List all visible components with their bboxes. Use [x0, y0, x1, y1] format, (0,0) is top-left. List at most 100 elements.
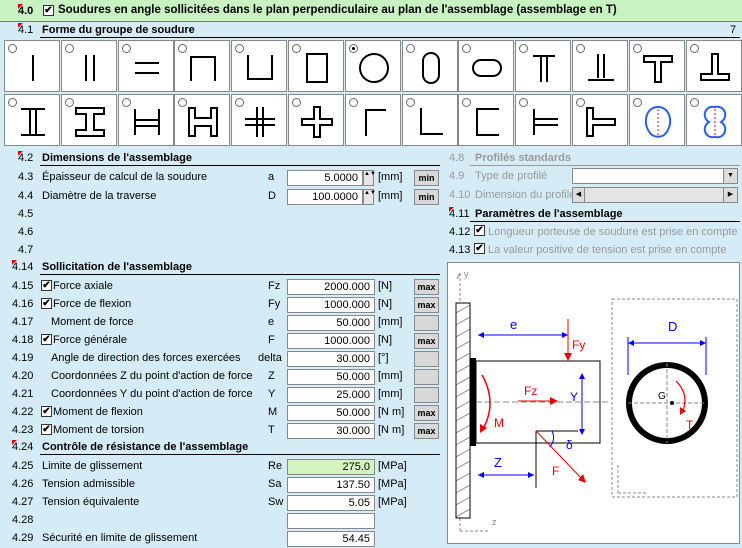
- row-symbol: e: [268, 316, 275, 328]
- option-weld-length-checkbox[interactable]: ✔: [474, 225, 485, 236]
- row-value-input[interactable]: 50.000: [287, 369, 375, 385]
- row-value-input[interactable]: 1000.000: [287, 333, 375, 349]
- weld-shape-option[interactable]: [515, 40, 572, 92]
- spinner-icon[interactable]: ▲▼: [363, 170, 376, 186]
- max-button[interactable]: max: [414, 333, 439, 349]
- section-4-1-title: Forme du groupe de soudure: [42, 24, 195, 36]
- weld-shape-option[interactable]: [231, 94, 288, 146]
- spinner-icon[interactable]: ▲▼: [363, 189, 376, 205]
- row-value-input[interactable]: 100.0000: [287, 189, 363, 205]
- weld-shape-option[interactable]: [288, 40, 344, 92]
- weld-shape-icon: [188, 107, 219, 137]
- blank-button[interactable]: [414, 387, 439, 403]
- weld-shape-option[interactable]: [174, 94, 231, 146]
- weld-shape-option[interactable]: [401, 94, 458, 146]
- max-button[interactable]: max: [414, 297, 439, 313]
- row-label: Épaisseur de calcul de la soudure: [42, 171, 208, 183]
- weld-shape-option[interactable]: [117, 40, 174, 92]
- row-value-input[interactable]: 50.000: [287, 315, 375, 331]
- weld-shape-option[interactable]: [288, 94, 344, 146]
- weld-shape-option[interactable]: [174, 40, 231, 92]
- weld-shape-option[interactable]: [344, 40, 401, 92]
- weld-shape-option[interactable]: [628, 94, 685, 146]
- row-checkbox[interactable]: ✔: [41, 334, 52, 345]
- weld-shape-option[interactable]: [515, 94, 572, 146]
- section-4-24-number: 4.24: [12, 440, 34, 453]
- weld-shape-option[interactable]: [231, 40, 288, 92]
- section-4-11-number: 4.11: [449, 207, 470, 220]
- chevron-right-icon[interactable]: ▶: [723, 188, 737, 202]
- weld-shape-option[interactable]: [117, 94, 174, 146]
- row-number: 4.27: [12, 496, 34, 508]
- weld-shape-option[interactable]: [628, 40, 685, 92]
- row-value-input[interactable]: 5.0000: [287, 170, 363, 186]
- row-number: 4.17: [12, 316, 34, 328]
- row-value-input[interactable]: 30.000: [287, 423, 375, 439]
- weld-shape-icon: [533, 109, 559, 135]
- weld-shape-option[interactable]: [401, 40, 458, 92]
- blank-button[interactable]: [414, 351, 439, 367]
- weld-shape-option[interactable]: [458, 40, 515, 92]
- row-value-input[interactable]: 25.000: [287, 387, 375, 403]
- section-4-8-underline: [470, 165, 740, 166]
- row-number: 4.22: [12, 406, 34, 418]
- section-4-8-number: 4.8: [449, 152, 465, 164]
- weld-shape-icon: [586, 107, 616, 137]
- row-value-input[interactable]: 2000.000: [287, 279, 375, 295]
- max-button[interactable]: max: [414, 423, 439, 439]
- weld-shape-option[interactable]: [4, 94, 60, 146]
- weld-shape-option[interactable]: [685, 94, 742, 146]
- row-number: 4.25: [12, 460, 34, 472]
- weld-shape-option[interactable]: [344, 94, 401, 146]
- min-button[interactable]: min: [414, 189, 439, 205]
- row-symbol: M: [268, 406, 278, 418]
- min-button[interactable]: min: [414, 170, 439, 186]
- row-value-input[interactable]: 275.0: [287, 459, 375, 475]
- max-button[interactable]: max: [414, 405, 439, 421]
- blank-button[interactable]: [414, 369, 439, 385]
- row-unit: [N]: [378, 298, 393, 310]
- row-checkbox[interactable]: ✔: [41, 280, 52, 291]
- row-value-input[interactable]: 54.45: [287, 531, 375, 547]
- row-value-input[interactable]: 137.50: [287, 477, 375, 493]
- weld-shape-option[interactable]: [458, 94, 515, 146]
- row-label: Force de flexion: [53, 298, 132, 310]
- weld-shape-option[interactable]: [60, 94, 117, 146]
- row-unit: [N]: [378, 334, 393, 346]
- svg-text:F: F: [552, 464, 559, 478]
- row-checkbox[interactable]: ✔: [41, 424, 52, 435]
- row-label: Coordonnées Z du point d'action de force: [51, 370, 253, 382]
- row-number: 4.6: [18, 226, 34, 238]
- row-checkbox[interactable]: ✔: [41, 406, 52, 417]
- weld-shape-option[interactable]: [685, 40, 742, 92]
- row-checkbox[interactable]: ✔: [41, 298, 52, 309]
- row-value-input[interactable]: 5.05: [287, 495, 375, 511]
- blank-button[interactable]: [414, 315, 439, 331]
- option-positive-tension-checkbox[interactable]: ✔: [474, 243, 485, 254]
- row-unit: [MPa]: [378, 496, 407, 508]
- profile-type-select[interactable]: ▼: [572, 168, 738, 184]
- profile-dimension-scrollbar[interactable]: ◀ ▶: [572, 187, 738, 203]
- row-value-input[interactable]: 30.000: [287, 351, 375, 367]
- weld-shape-option[interactable]: [60, 40, 117, 92]
- section-4-1-underline: [40, 37, 740, 38]
- row-value-input[interactable]: 50.000: [287, 405, 375, 421]
- weld-shape-option[interactable]: [4, 40, 60, 92]
- weld-shape-icon: [476, 108, 500, 136]
- weld-shape-icon: [364, 109, 386, 136]
- weld-shape-icon: [245, 107, 276, 137]
- svg-text:Y: Y: [570, 390, 578, 404]
- max-button[interactable]: max: [414, 279, 439, 295]
- weld-shape-option[interactable]: [572, 40, 628, 92]
- chevron-down-icon[interactable]: ▼: [723, 169, 737, 183]
- chevron-left-icon[interactable]: ◀: [573, 188, 585, 202]
- section-4-0-checkbox[interactable]: ✔: [43, 5, 54, 16]
- svg-text:z: z: [492, 517, 497, 527]
- weld-shape-icon: [306, 53, 328, 83]
- weld-shape-option[interactable]: [572, 94, 628, 146]
- svg-text:T: T: [686, 418, 694, 432]
- row-value-input[interactable]: 1000.000: [287, 297, 375, 313]
- svg-text:e: e: [510, 317, 517, 332]
- section-4-2-underline: [40, 165, 440, 166]
- row-value-input[interactable]: [287, 513, 375, 529]
